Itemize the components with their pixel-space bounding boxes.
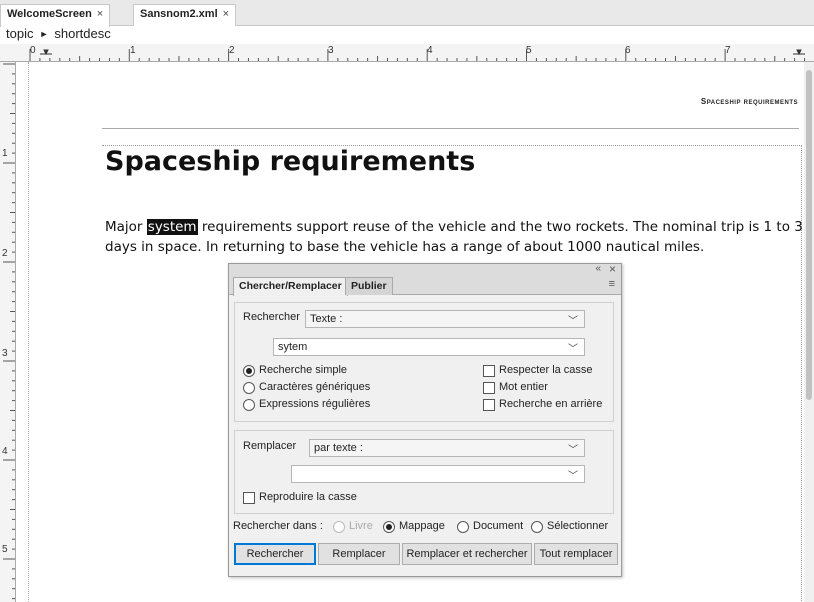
close-icon[interactable]: × [223,8,229,20]
vertical-scrollbar[interactable] [804,62,814,602]
tab-label: Sansnom2.xml [140,8,218,20]
chevron-down-icon: ﹀ [568,316,578,327]
shortdesc-paragraph[interactable]: Major system requirements support reuse … [105,217,805,257]
ruler-label: 1 [130,45,136,56]
radio-mappage[interactable] [383,521,395,533]
close-icon[interactable]: × [97,8,103,20]
radio-label[interactable]: Mappage [399,520,445,532]
radio-caracteres-generiques[interactable] [243,382,255,394]
tout-remplacer-button[interactable]: Tout remplacer [534,543,618,565]
close-icon[interactable]: × [609,262,616,276]
indent-marker-icon [40,49,52,56]
checkbox-respecter-casse[interactable] [483,365,495,377]
remplacer-button[interactable]: Remplacer [318,543,400,565]
running-header-text: Spaceship requirements [700,97,798,106]
radio-label[interactable]: Sélectionner [547,520,608,532]
ruler-label: 4 [427,45,433,56]
chevron-down-icon: ﹀ [568,445,578,456]
replace-label: Remplacer [243,440,297,452]
document-tab-bar: WelcomeScreen × Sansnom2.xml × [0,0,814,27]
breadcrumb: topic ► shortdesc [6,26,111,42]
search-type-select[interactable]: Texte : ﹀ [305,310,585,328]
radio-label: Livre [349,520,373,532]
search-input-value: sytem [278,341,308,353]
radio-expressions-regulieres[interactable] [243,399,255,411]
para-text: requirements support reuse of the vehicl… [105,219,803,255]
ruler-label: 0 [30,45,36,56]
search-input[interactable]: sytem ﹀ [273,338,585,356]
running-header: Spaceship requirements [701,97,798,106]
replace-input[interactable]: ﹀ [291,465,585,483]
radio-recherche-simple[interactable] [243,365,255,377]
replace-group: Remplacer par texte : ﹀ ﹀ Reproduire la c… [234,430,614,514]
ruler-label: 7 [725,45,731,56]
scrollbar-thumb[interactable] [806,70,812,400]
ruler-label: 4 [2,446,8,457]
tab-welcomescreen[interactable]: WelcomeScreen × [0,4,111,27]
ruler-label: 5 [526,45,532,56]
search-highlight[interactable]: system [146,219,198,235]
tab-publier[interactable]: Publier [345,277,393,295]
radio-selectionner[interactable] [531,521,543,533]
tab-chercher-remplacer[interactable]: Chercher/Remplacer [233,277,348,296]
panel-tabs: Chercher/Remplacer Publier ≡ [229,276,621,296]
topic-title[interactable]: Spaceship requirements [105,146,475,177]
checkbox-recherche-arriere[interactable] [483,399,495,411]
chevron-down-icon: ﹀ [568,471,578,482]
tab-sansnom2[interactable]: Sansnom2.xml × [133,4,237,26]
checkbox-reproduire-casse[interactable] [243,492,255,504]
ruler-label: 3 [2,348,8,359]
search-label: Rechercher [243,311,300,323]
vertical-ruler[interactable]: 1 2 3 4 5 [0,62,16,602]
checkbox-label[interactable]: Recherche en arrière [499,398,602,410]
breadcrumb-separator-icon: ► [39,29,49,39]
radio-label[interactable]: Document [473,520,523,532]
horizontal-ruler[interactable]: 0 1 2 3 4 5 6 7 [0,44,814,62]
checkbox-label[interactable]: Respecter la casse [499,364,593,376]
ruler-label: 6 [625,45,631,56]
panel-menu-icon[interactable]: ≡ [609,278,615,290]
ruler-label: 3 [328,45,334,56]
radio-document[interactable] [457,521,469,533]
checkbox-mot-entier[interactable] [483,382,495,394]
radio-label[interactable]: Caractères génériques [259,381,370,393]
checkbox-label[interactable]: Mot entier [499,381,548,393]
replace-type-select[interactable]: par texte : ﹀ [309,439,585,457]
radio-label[interactable]: Expressions régulières [259,398,370,410]
find-replace-panel: « × Chercher/Remplacer Publier ≡ Recherc… [228,262,622,577]
rechercher-button[interactable]: Rechercher [234,543,316,565]
search-type-value: Texte : [310,313,343,325]
search-group: Rechercher Texte : ﹀ sytem ﹀ Recherche sim… [234,302,614,422]
ruler-label: 5 [2,544,8,555]
ruler-label: 1 [2,148,8,159]
breadcrumb-item-shortdesc[interactable]: shortdesc [54,26,110,41]
ruler-ticks [3,63,15,600]
panel-title-bar[interactable]: « × [229,262,621,276]
ruler-label: 2 [229,45,235,56]
ruler-ticks [29,49,806,61]
replace-type-value: par texte : [314,442,363,454]
radio-livre [333,521,345,533]
indent-marker-icon [793,49,805,56]
checkbox-label[interactable]: Reproduire la casse [259,491,357,503]
collapse-icon[interactable]: « [595,263,601,274]
breadcrumb-item-topic[interactable]: topic [6,26,33,41]
remplacer-et-rechercher-button[interactable]: Remplacer et rechercher [402,543,532,565]
para-text: Major [105,219,147,235]
scope-label: Rechercher dans : [233,520,323,532]
chevron-down-icon: ﹀ [568,344,578,355]
margin-guide [28,62,29,602]
ruler-label: 2 [2,248,8,259]
tab-label: WelcomeScreen [7,8,92,20]
radio-label[interactable]: Recherche simple [259,364,347,376]
header-rule [102,128,799,129]
